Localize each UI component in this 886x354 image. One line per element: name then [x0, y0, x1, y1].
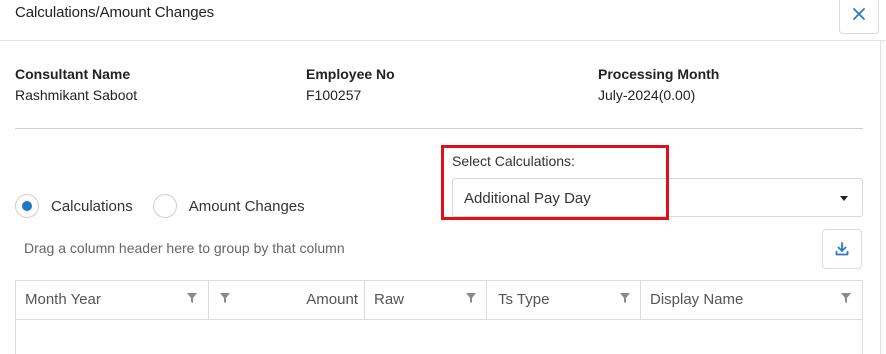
dialog-title: Calculations/Amount Changes	[15, 4, 215, 21]
dialog-header: Calculations/Amount Changes	[0, 0, 886, 41]
filter-icon[interactable]	[219, 292, 231, 304]
column-title: Ts Type	[498, 291, 550, 308]
caret-down-icon	[840, 196, 848, 201]
divider	[15, 128, 863, 129]
calc-type-radio-group: Calculations Amount Changes	[15, 193, 325, 219]
column-header-month-year[interactable]: Month Year	[16, 281, 209, 320]
column-header-display-name[interactable]: Display Name	[641, 281, 862, 320]
processing-month-value: July-2024(0.00)	[598, 87, 696, 103]
employee-no-value: F100257	[306, 87, 362, 103]
scrollbar[interactable]	[880, 41, 886, 354]
download-icon	[835, 242, 849, 256]
filter-icon[interactable]	[619, 292, 631, 304]
grid-header-row: Month Year Amount Raw Ts Type Display Na…	[16, 281, 862, 320]
radio-selected-dot	[22, 201, 32, 211]
export-button[interactable]	[822, 229, 862, 269]
radio-amount-changes[interactable]	[152, 194, 177, 218]
column-header-ts-type[interactable]: Ts Type	[487, 281, 641, 320]
group-panel-hint: Drag a column header here to group by th…	[24, 240, 345, 256]
column-title: Amount	[306, 291, 358, 308]
consultant-name-value: Rashmikant Saboot	[15, 87, 138, 103]
consultant-name-label: Consultant Name	[15, 66, 131, 82]
radio-calculations[interactable]	[15, 194, 39, 218]
data-grid: Month Year Amount Raw Ts Type Display Na…	[15, 280, 863, 354]
column-title: Raw	[374, 291, 405, 308]
filter-icon[interactable]	[465, 292, 477, 304]
column-header-amount[interactable]: Amount	[209, 281, 365, 320]
employee-no-label: Employee No	[306, 66, 395, 82]
radio-calculations-label: Calculations	[51, 197, 133, 215]
close-icon	[853, 8, 865, 20]
column-header-raw[interactable]: Raw	[365, 281, 487, 320]
highlight-box	[441, 145, 669, 220]
column-title: Month Year	[25, 291, 101, 308]
radio-amount-changes-label: Amount Changes	[188, 197, 305, 215]
filter-icon[interactable]	[840, 292, 852, 304]
processing-month-label: Processing Month	[598, 66, 720, 82]
column-title: Display Name	[650, 291, 744, 308]
filter-icon[interactable]	[186, 292, 198, 304]
close-button[interactable]	[839, 0, 879, 34]
